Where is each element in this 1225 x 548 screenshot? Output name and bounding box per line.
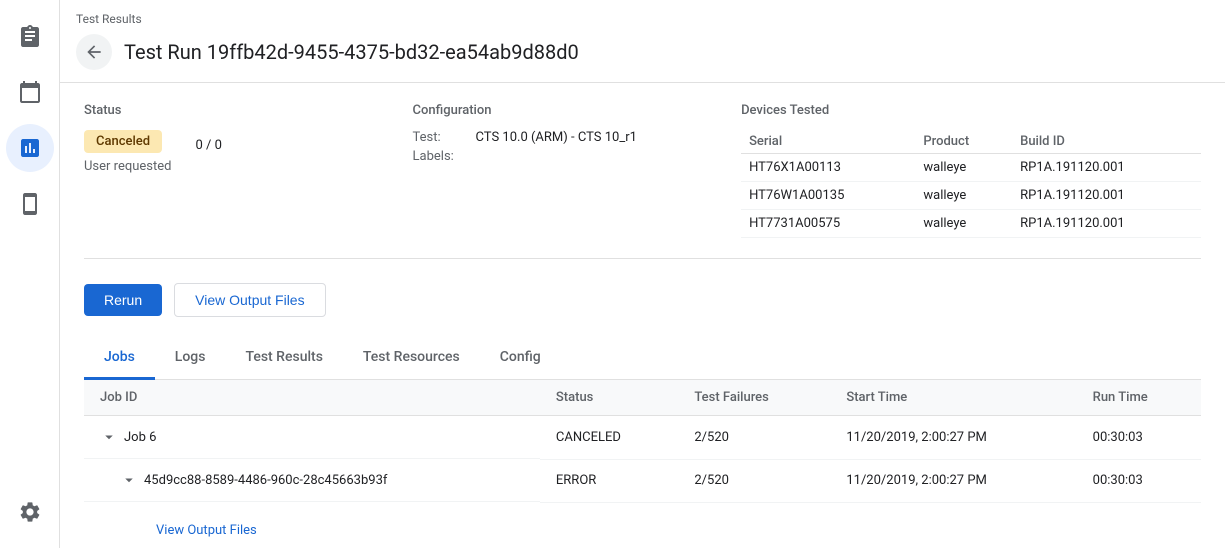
cell-serial: HT76W1A00135 [741,182,915,210]
table-row: HT76X1A00113walleyeRP1A.191120.001 [741,154,1201,182]
sub-job-id-label: 45d9cc88-8589-4486-960c-28c45663b93f [144,473,387,488]
sub-expand-icon[interactable] [120,471,138,489]
header: Test Results Test Run 19ffb42d-9455-4375… [60,0,1225,83]
col-status: Status [540,380,678,416]
config-test-label: Test: [413,130,468,145]
back-button[interactable] [76,34,112,70]
status-title: Status [84,103,413,118]
tab-logs[interactable]: Logs [155,337,226,380]
job-id-label: Job 6 [124,430,156,445]
cell-product: walleye [915,182,1012,210]
cell-run_time: 00:30:03 [1077,416,1201,460]
status-section: Status Canceled User requested 0 / 0 [84,103,413,238]
cell-sub-job-id: 45d9cc88-8589-4486-960c-28c45663b93f [84,459,540,502]
tab-config[interactable]: Config [480,337,561,380]
cell-run_time: 00:30:03 [1077,459,1201,502]
expand-icon[interactable] [100,428,118,446]
cell-product: walleye [915,210,1012,238]
sidebar-item-chart[interactable] [6,124,54,172]
config-test-value: CTS 10.0 (ARM) - CTS 10_r1 [476,130,637,145]
table-row: Job 6 CANCELED2/52011/20/2019, 2:00:27 PM… [84,416,1201,460]
cell-product: walleye [915,154,1012,182]
table-row: 45d9cc88-8589-4486-960c-28c45663b93f ERRO… [84,459,1201,502]
config-labels-label: Labels: [413,149,468,164]
devices-col-serial: Serial [741,130,915,154]
cell-start_time: 11/20/2019, 2:00:27 PM [830,416,1076,460]
breadcrumb: Test Results [76,12,1201,26]
cell-start_time: 11/20/2019, 2:00:27 PM [830,459,1076,502]
cell-test_failures: 2/520 [678,416,830,460]
main-content: Test Results Test Run 19ffb42d-9455-4375… [60,0,1225,548]
rerun-button[interactable]: Rerun [84,284,162,316]
config-section: Configuration Test: CTS 10.0 (ARM) - CTS… [413,103,742,238]
view-output-row: View Output Files [84,502,1201,548]
config-title: Configuration [413,103,742,118]
progress-text: 0 / 0 [195,138,221,153]
cell-build_id: RP1A.191120.001 [1012,210,1201,238]
cell-job-id: Job 6 [84,416,540,459]
info-row: Status Canceled User requested 0 / 0 Con… [84,103,1201,259]
cell-build_id: RP1A.191120.001 [1012,154,1201,182]
col-start-time: Start Time [830,380,1076,416]
tab-jobs[interactable]: Jobs [84,337,155,380]
title-row: Test Run 19ffb42d-9455-4375-bd32-ea54ab9… [76,34,1201,70]
page-title: Test Run 19ffb42d-9455-4375-bd32-ea54ab9… [124,40,579,64]
view-output-button[interactable]: View Output Files [174,283,325,317]
action-row: Rerun View Output Files [84,283,1201,317]
cell-serial: HT7731A00575 [741,210,915,238]
devices-table: Serial Product Build ID HT76X1A00113wall… [741,130,1201,238]
view-output-files-link[interactable]: View Output Files [156,515,1185,546]
status-sub-text: User requested [84,159,171,174]
jobs-table: Job ID Status Test Failures Start Time R… [84,380,1201,548]
tab-test-resources[interactable]: Test Resources [343,337,480,380]
devices-title: Devices Tested [741,103,1201,118]
cell-serial: HT76X1A00113 [741,154,915,182]
cell-status: ERROR [540,459,678,502]
col-job-id: Job ID [84,380,540,416]
sidebar [0,0,60,548]
tabs: JobsLogsTest ResultsTest ResourcesConfig [84,337,1201,380]
col-run-time: Run Time [1077,380,1201,416]
devices-col-build: Build ID [1012,130,1201,154]
sidebar-item-settings[interactable] [6,488,54,536]
tab-test-results[interactable]: Test Results [225,337,342,380]
content-area: Status Canceled User requested 0 / 0 Con… [60,83,1225,548]
status-badge: Canceled [84,130,162,153]
sidebar-item-clipboard[interactable] [6,12,54,60]
sidebar-item-calendar[interactable] [6,68,54,116]
cell-status: CANCELED [540,416,678,460]
col-test-failures: Test Failures [678,380,830,416]
table-row: HT7731A00575walleyeRP1A.191120.001 [741,210,1201,238]
config-labels-row: Labels: [413,149,742,164]
cell-build_id: RP1A.191120.001 [1012,182,1201,210]
cell-test_failures: 2/520 [678,459,830,502]
config-test-row: Test: CTS 10.0 (ARM) - CTS 10_r1 [413,130,742,145]
table-row: HT76W1A00135walleyeRP1A.191120.001 [741,182,1201,210]
devices-section: Devices Tested Serial Product Build ID H… [741,103,1201,238]
sidebar-item-phone[interactable] [6,180,54,228]
devices-col-product: Product [915,130,1012,154]
